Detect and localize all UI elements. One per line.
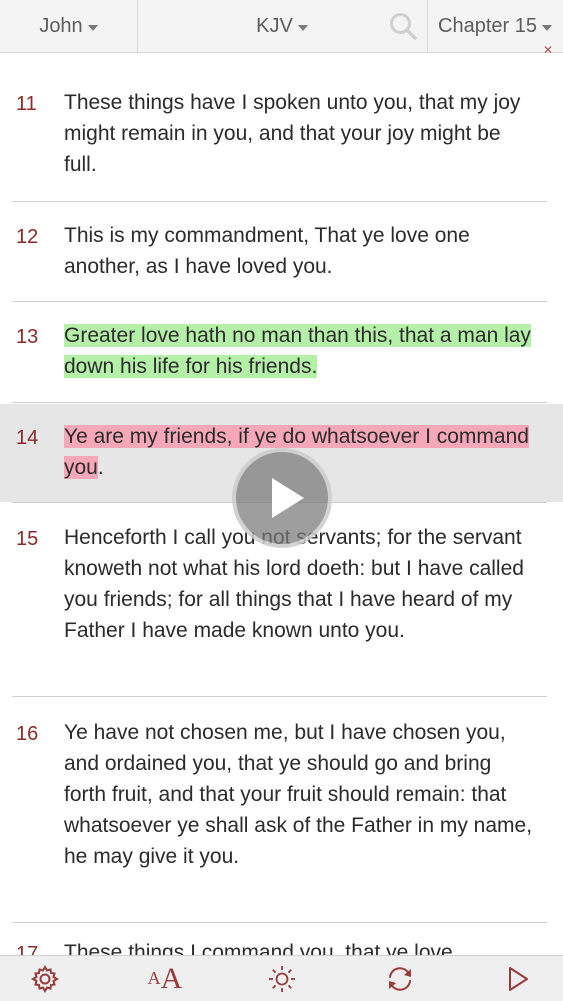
- verse-divider: [12, 402, 547, 403]
- gear-icon: [30, 964, 60, 993]
- book-selector[interactable]: John: [0, 0, 138, 52]
- sun-icon: [269, 965, 295, 992]
- top-nav-bar: John KJV Chapter 15 ✕: [0, 0, 563, 57]
- verse-number: 16: [16, 723, 39, 745]
- search-button[interactable]: [380, 0, 426, 52]
- chevron-down-icon: [87, 24, 98, 31]
- bottom-toolbar: AA: [0, 955, 563, 1001]
- verse-number: 12: [16, 226, 39, 248]
- settings-button[interactable]: [20, 956, 70, 1001]
- refresh-icon: [389, 966, 411, 991]
- verse-text: Greater love hath no man than this, that…: [64, 320, 534, 382]
- verse-text: This is my commandment, That ye love one…: [64, 224, 470, 278]
- chapter-label: Chapter 15: [438, 14, 537, 37]
- play-audio-button[interactable]: [500, 956, 536, 1001]
- verse-text: These things have I spoken unto you, tha…: [64, 91, 521, 176]
- verse-text: Ye have not chosen me, but I have chosen…: [64, 721, 533, 868]
- book-label: John: [39, 14, 83, 37]
- play-icon: [272, 478, 304, 518]
- verse-divider: [12, 922, 547, 923]
- sync-button[interactable]: [378, 956, 422, 1001]
- version-label: KJV: [256, 14, 293, 37]
- play-icon: [509, 966, 528, 991]
- font-size-button[interactable]: AA: [135, 956, 195, 1001]
- search-icon: [390, 13, 417, 40]
- play-overlay-button[interactable]: [232, 448, 332, 548]
- chevron-down-icon: [541, 24, 552, 31]
- verse-divider: [12, 201, 547, 202]
- font-small-label: A: [147, 968, 161, 988]
- verse-tail: .: [97, 456, 104, 479]
- font-big-label: A: [160, 961, 183, 995]
- verse-number: 15: [16, 528, 39, 550]
- highlighted-text: Greater love hath no man than this, that…: [64, 324, 531, 378]
- verse-divider: [12, 696, 547, 697]
- verse-divider: [12, 301, 547, 302]
- verse-number: 13: [16, 326, 39, 348]
- chevron-down-icon: [297, 24, 308, 31]
- bookmark-icon: ✕: [543, 43, 554, 57]
- verse-number: 11: [16, 93, 37, 115]
- brightness-button[interactable]: [260, 956, 304, 1001]
- verse-number: 14: [16, 427, 39, 449]
